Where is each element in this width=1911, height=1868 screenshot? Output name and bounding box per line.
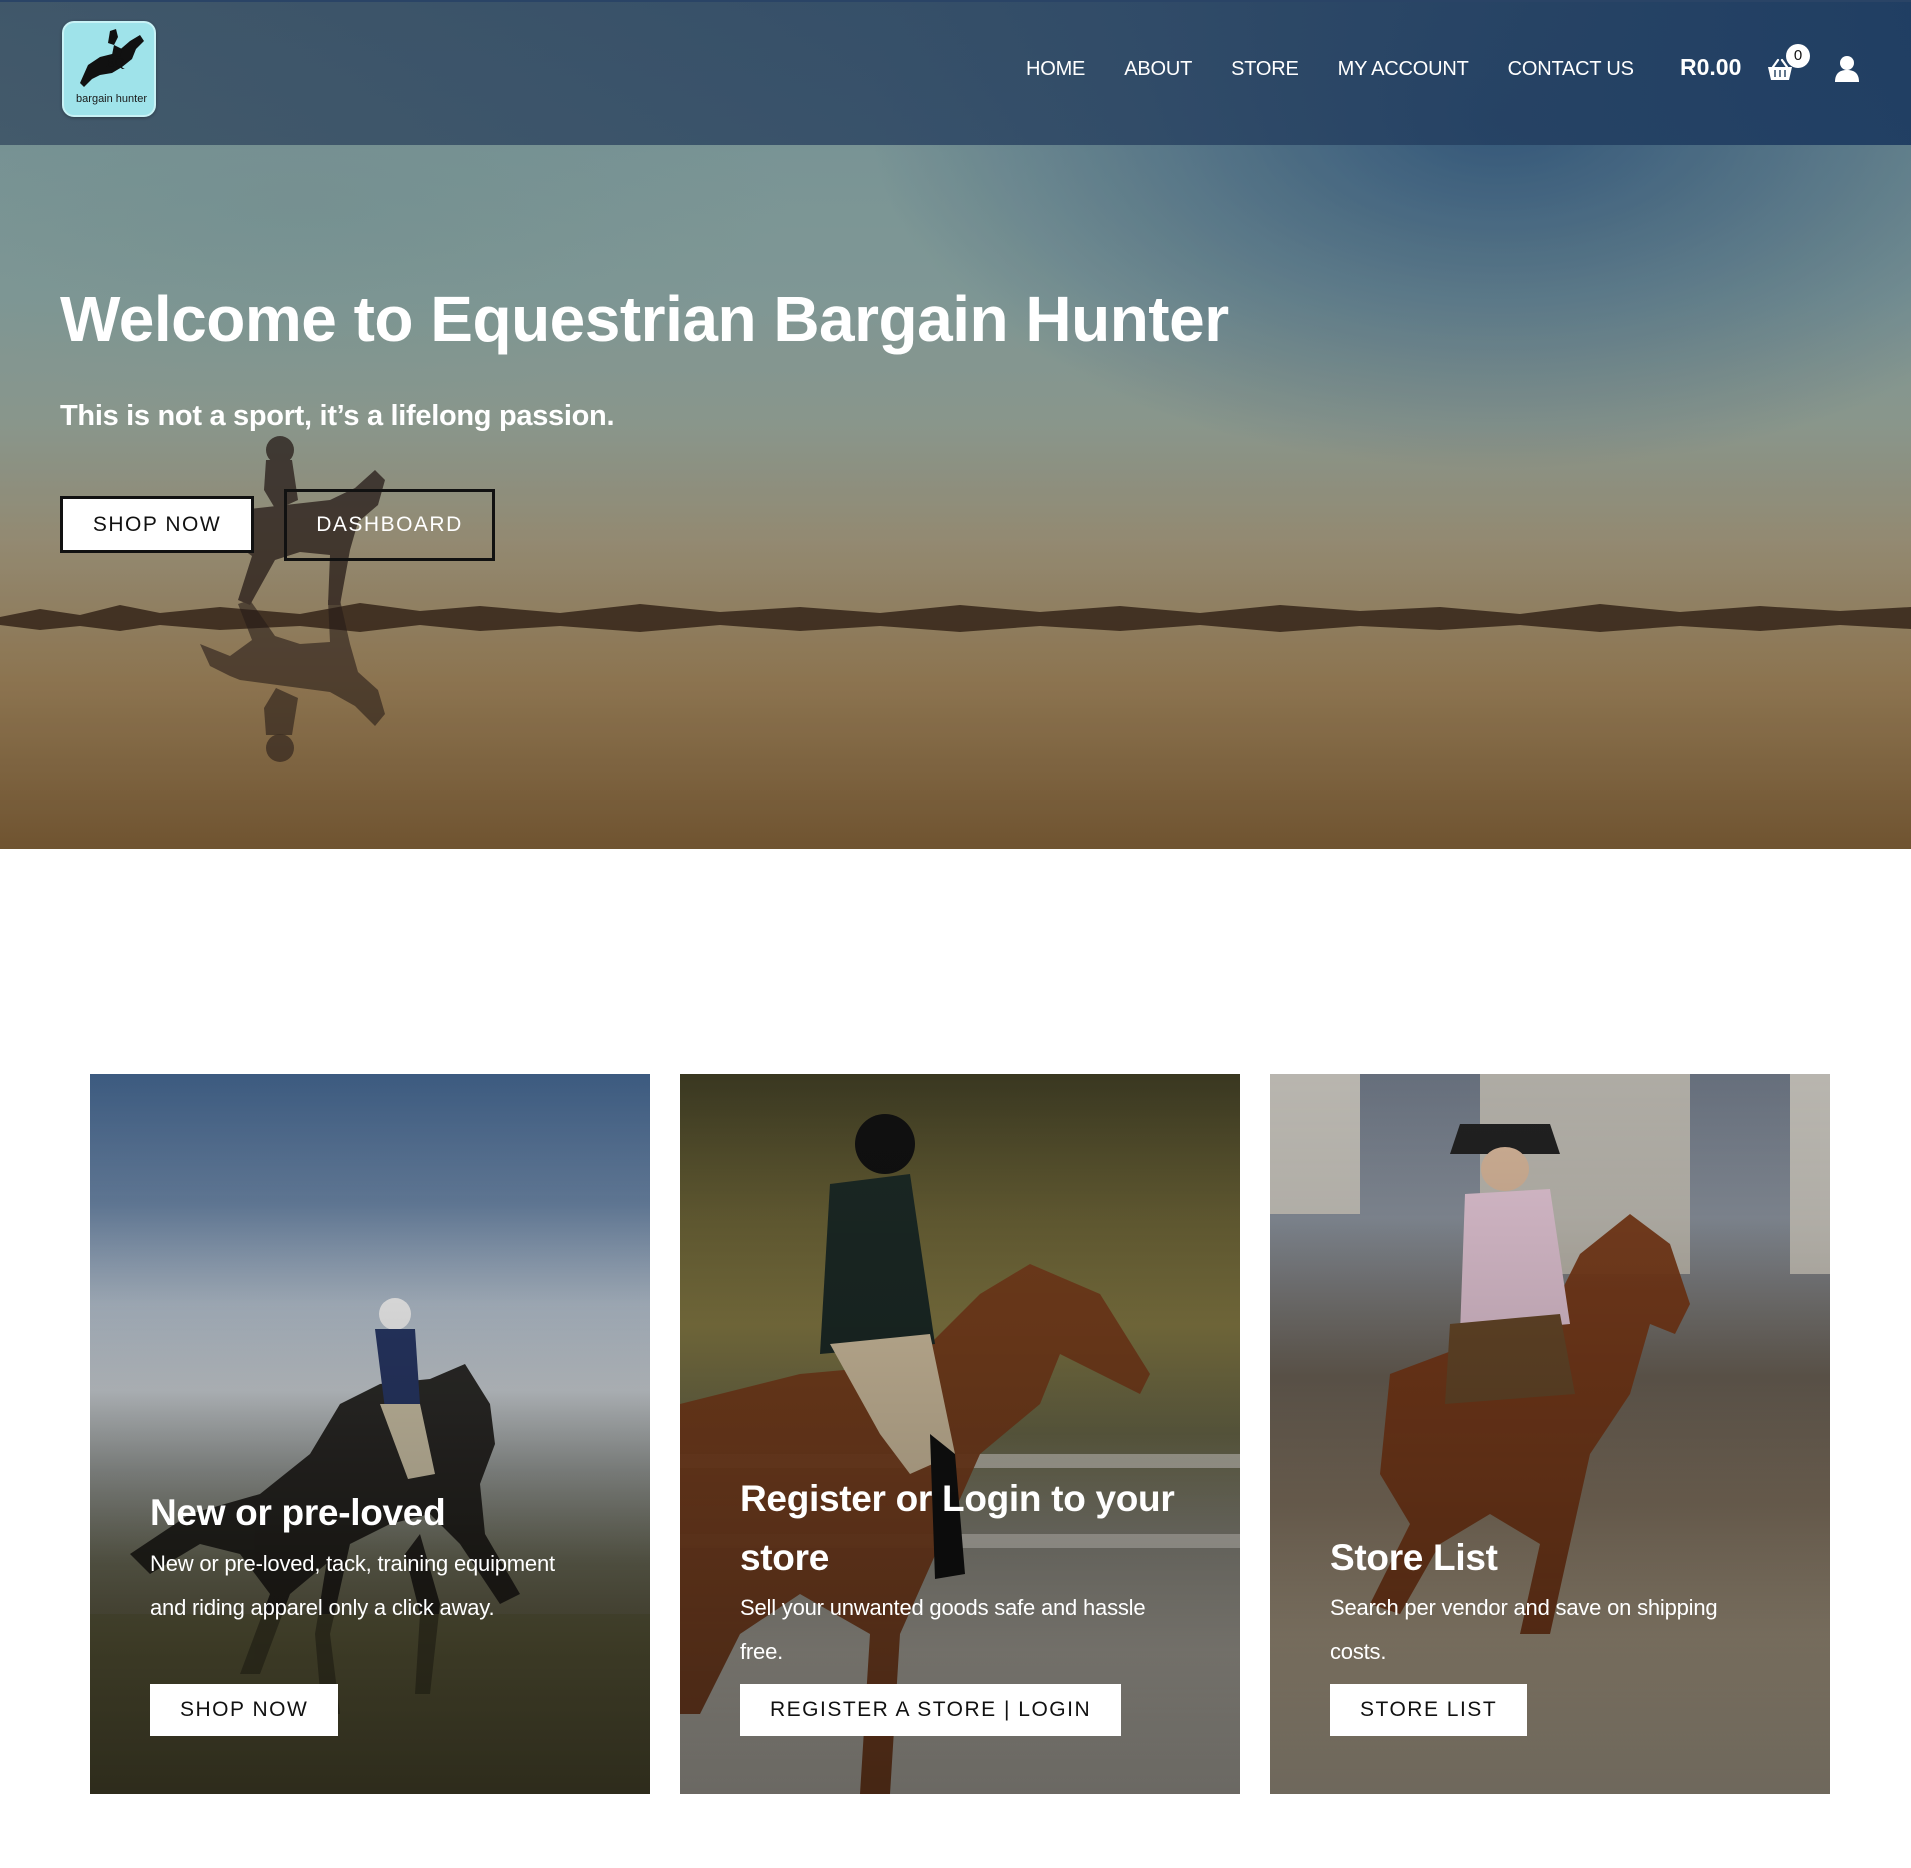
logo-tagline: bargain hunter [76,93,147,105]
nav-about[interactable]: ABOUT [1124,58,1192,82]
card-title: Register or Login to your store [740,1478,1175,1578]
card-description: Sell your unwanted goods safe and hassle… [740,1595,1146,1664]
card-store-list: Store List Search per vendor and save on… [1270,1074,1830,1794]
hero-subtitle: This is not a sport, it’s a lifelong pas… [60,400,615,432]
nav-store[interactable]: STORE [1231,58,1299,82]
nav-home[interactable]: HOME [1026,58,1085,82]
hero-shop-now-button[interactable]: SHOP NOW [60,496,254,553]
card-shop-now-button[interactable]: SHOP NOW [150,1684,339,1736]
card-store-list-button[interactable]: STORE LIST [1330,1684,1528,1736]
card-new-or-preloved: New or pre-loved New or pre-loved, tack,… [90,1074,650,1794]
cart-total[interactable]: R0.00 [1680,54,1741,81]
nav-my-account[interactable]: MY ACCOUNT [1338,58,1469,82]
horse-jumper-logo-icon: EQ [80,29,144,87]
card-description: New or pre-loved, tack, training equipme… [150,1551,555,1620]
cart-count-badge: 0 [1786,44,1810,68]
card-register-login-button[interactable]: REGISTER A STORE | LOGIN [740,1684,1122,1736]
card-title: Store List [1330,1537,1498,1578]
site-logo[interactable]: EQ bargain hunter [62,21,156,117]
site-header: EQ bargain hunter HOME ABOUT STORE MY AC… [0,0,1911,145]
card-description: Search per vendor and save on shipping c… [1330,1595,1718,1664]
nav-contact-us[interactable]: CONTACT US [1508,58,1634,82]
card-register-or-login: Register or Login to your store Sell you… [680,1074,1240,1794]
user-icon[interactable] [1834,55,1860,83]
page: EQ bargain hunter HOME ABOUT STORE MY AC… [0,0,1911,1868]
card-title: New or pre-loved [150,1492,446,1533]
svg-text:EQ: EQ [106,56,125,71]
main-nav: HOME ABOUT STORE MY ACCOUNT CONTACT US [1026,58,1673,82]
hero-dashboard-button[interactable]: DASHBOARD [284,489,495,561]
hero-title: Welcome to Equestrian Bargain Hunter [60,283,1229,355]
